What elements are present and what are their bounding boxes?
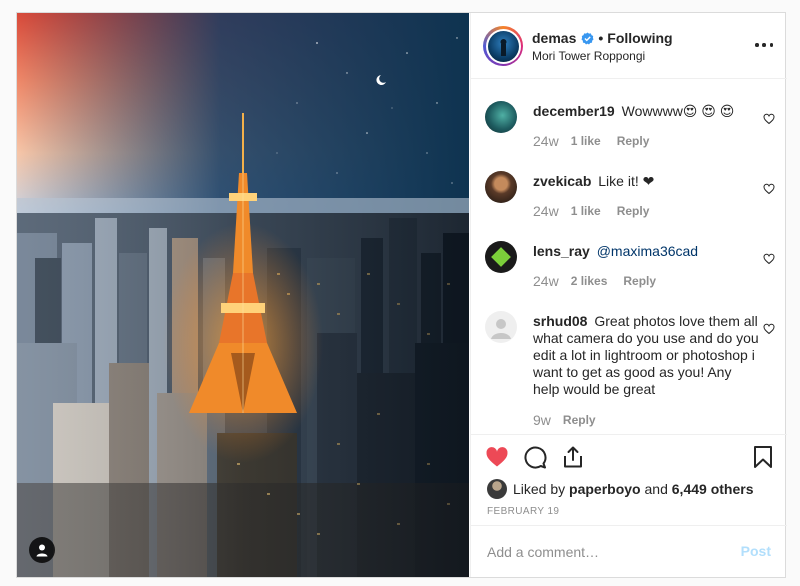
author-username[interactable]: demas: [532, 30, 576, 46]
post-photo[interactable]: [17, 13, 469, 577]
comment-content: Wowwww😍 😍 😍: [621, 103, 735, 119]
post-date[interactable]: FEBRUARY 19: [487, 506, 559, 517]
post-comment-button[interactable]: Post: [741, 543, 771, 559]
heart-outline-icon[interactable]: [763, 253, 775, 265]
comment-item: december19 Wowwww😍 😍 😍 24w 1 like Reply: [485, 101, 775, 161]
post-card: demas • Following Mori Tower Roppongi de…: [16, 12, 787, 578]
comment-likes[interactable]: 1 like: [571, 204, 601, 218]
header-separator: •: [598, 30, 604, 46]
add-comment-bar: Post: [471, 525, 787, 577]
add-comment-input[interactable]: [487, 543, 717, 561]
comment-meta: 24w 1 like Reply: [533, 203, 649, 219]
tokyo-tower-cityscape-image: [17, 13, 469, 577]
author-line: demas • Following: [532, 30, 673, 46]
author-avatar[interactable]: [483, 26, 523, 66]
liked-by-user[interactable]: paperboyo: [569, 481, 641, 497]
comment-meta: 9w Reply: [533, 412, 596, 428]
reply-button[interactable]: Reply: [617, 134, 650, 148]
liked-by-line: Liked by paperboyo and 6,449 others: [487, 479, 753, 499]
default-avatar-icon: [491, 319, 511, 339]
comments-list: december19 Wowwww😍 😍 😍 24w 1 like Reply …: [471, 79, 787, 434]
lens-ray-logo-icon: [491, 247, 511, 267]
liked-by-prefix: Liked by: [513, 481, 566, 497]
comment-meta: 24w 1 like Reply: [533, 133, 649, 149]
comment-mention-link[interactable]: @maxima36cad: [597, 243, 698, 259]
commenter-avatar[interactable]: [485, 241, 517, 273]
comment-text: zvekicab Like it! ❤: [533, 173, 759, 190]
share-icon[interactable]: [561, 445, 585, 469]
comment-age[interactable]: 24w: [533, 133, 559, 149]
comment-bubble-icon[interactable]: [523, 445, 547, 469]
comment-meta: 24w 2 likes Reply: [533, 273, 656, 289]
comment-item: lens_ray @maxima36cad 24w 2 likes Reply: [485, 241, 775, 301]
comment-age[interactable]: 24w: [533, 203, 559, 219]
heart-outline-icon[interactable]: [763, 113, 775, 125]
post-location[interactable]: Mori Tower Roppongi: [532, 49, 645, 63]
comment-age[interactable]: 9w: [533, 412, 551, 428]
action-icon-row: [485, 445, 775, 473]
heart-outline-icon[interactable]: [763, 183, 775, 195]
more-options-icon: [755, 43, 759, 47]
verified-badge-icon: [581, 31, 594, 44]
comment-item: zvekicab Like it! ❤ 24w 1 like Reply: [485, 171, 775, 231]
comment-likes[interactable]: 1 like: [571, 134, 601, 148]
author-avatar-image: [500, 38, 506, 56]
post-side-panel: demas • Following Mori Tower Roppongi de…: [470, 13, 787, 577]
comment-username[interactable]: zvekicab: [533, 173, 591, 189]
reply-button[interactable]: Reply: [563, 413, 596, 427]
heart-filled-icon[interactable]: [485, 445, 509, 469]
more-options-button[interactable]: [755, 38, 773, 52]
commenter-avatar[interactable]: [485, 171, 517, 203]
commenter-avatar[interactable]: [485, 101, 517, 133]
comment-username[interactable]: lens_ray: [533, 243, 590, 259]
user-tag-icon: [36, 544, 48, 557]
comment-username[interactable]: december19: [533, 103, 615, 119]
comment-username[interactable]: srhud08: [533, 313, 587, 329]
liked-by-connector: and: [644, 481, 668, 497]
comment-item: srhud08 Great photos love them all what …: [485, 311, 775, 431]
user-tag-button[interactable]: [29, 537, 55, 563]
comment-age[interactable]: 24w: [533, 273, 559, 289]
comment-text: lens_ray @maxima36cad: [533, 243, 759, 260]
post-header: demas • Following Mori Tower Roppongi: [471, 13, 787, 79]
commenter-avatar[interactable]: [485, 311, 517, 343]
comment-likes[interactable]: 2 likes: [571, 274, 608, 288]
reply-button[interactable]: Reply: [617, 204, 650, 218]
comment-content: Like it! ❤: [598, 173, 655, 189]
liked-by-others[interactable]: 6,449 others: [672, 481, 754, 497]
comment-text: srhud08 Great photos love them all what …: [533, 313, 759, 398]
liked-by-avatar[interactable]: [487, 479, 507, 499]
bookmark-icon[interactable]: [751, 445, 775, 469]
following-button[interactable]: Following: [607, 30, 672, 46]
reply-button[interactable]: Reply: [623, 274, 656, 288]
post-actions: Liked by paperboyo and 6,449 others FEBR…: [471, 434, 787, 577]
heart-outline-icon[interactable]: [763, 323, 775, 335]
comment-text: december19 Wowwww😍 😍 😍: [533, 103, 759, 120]
